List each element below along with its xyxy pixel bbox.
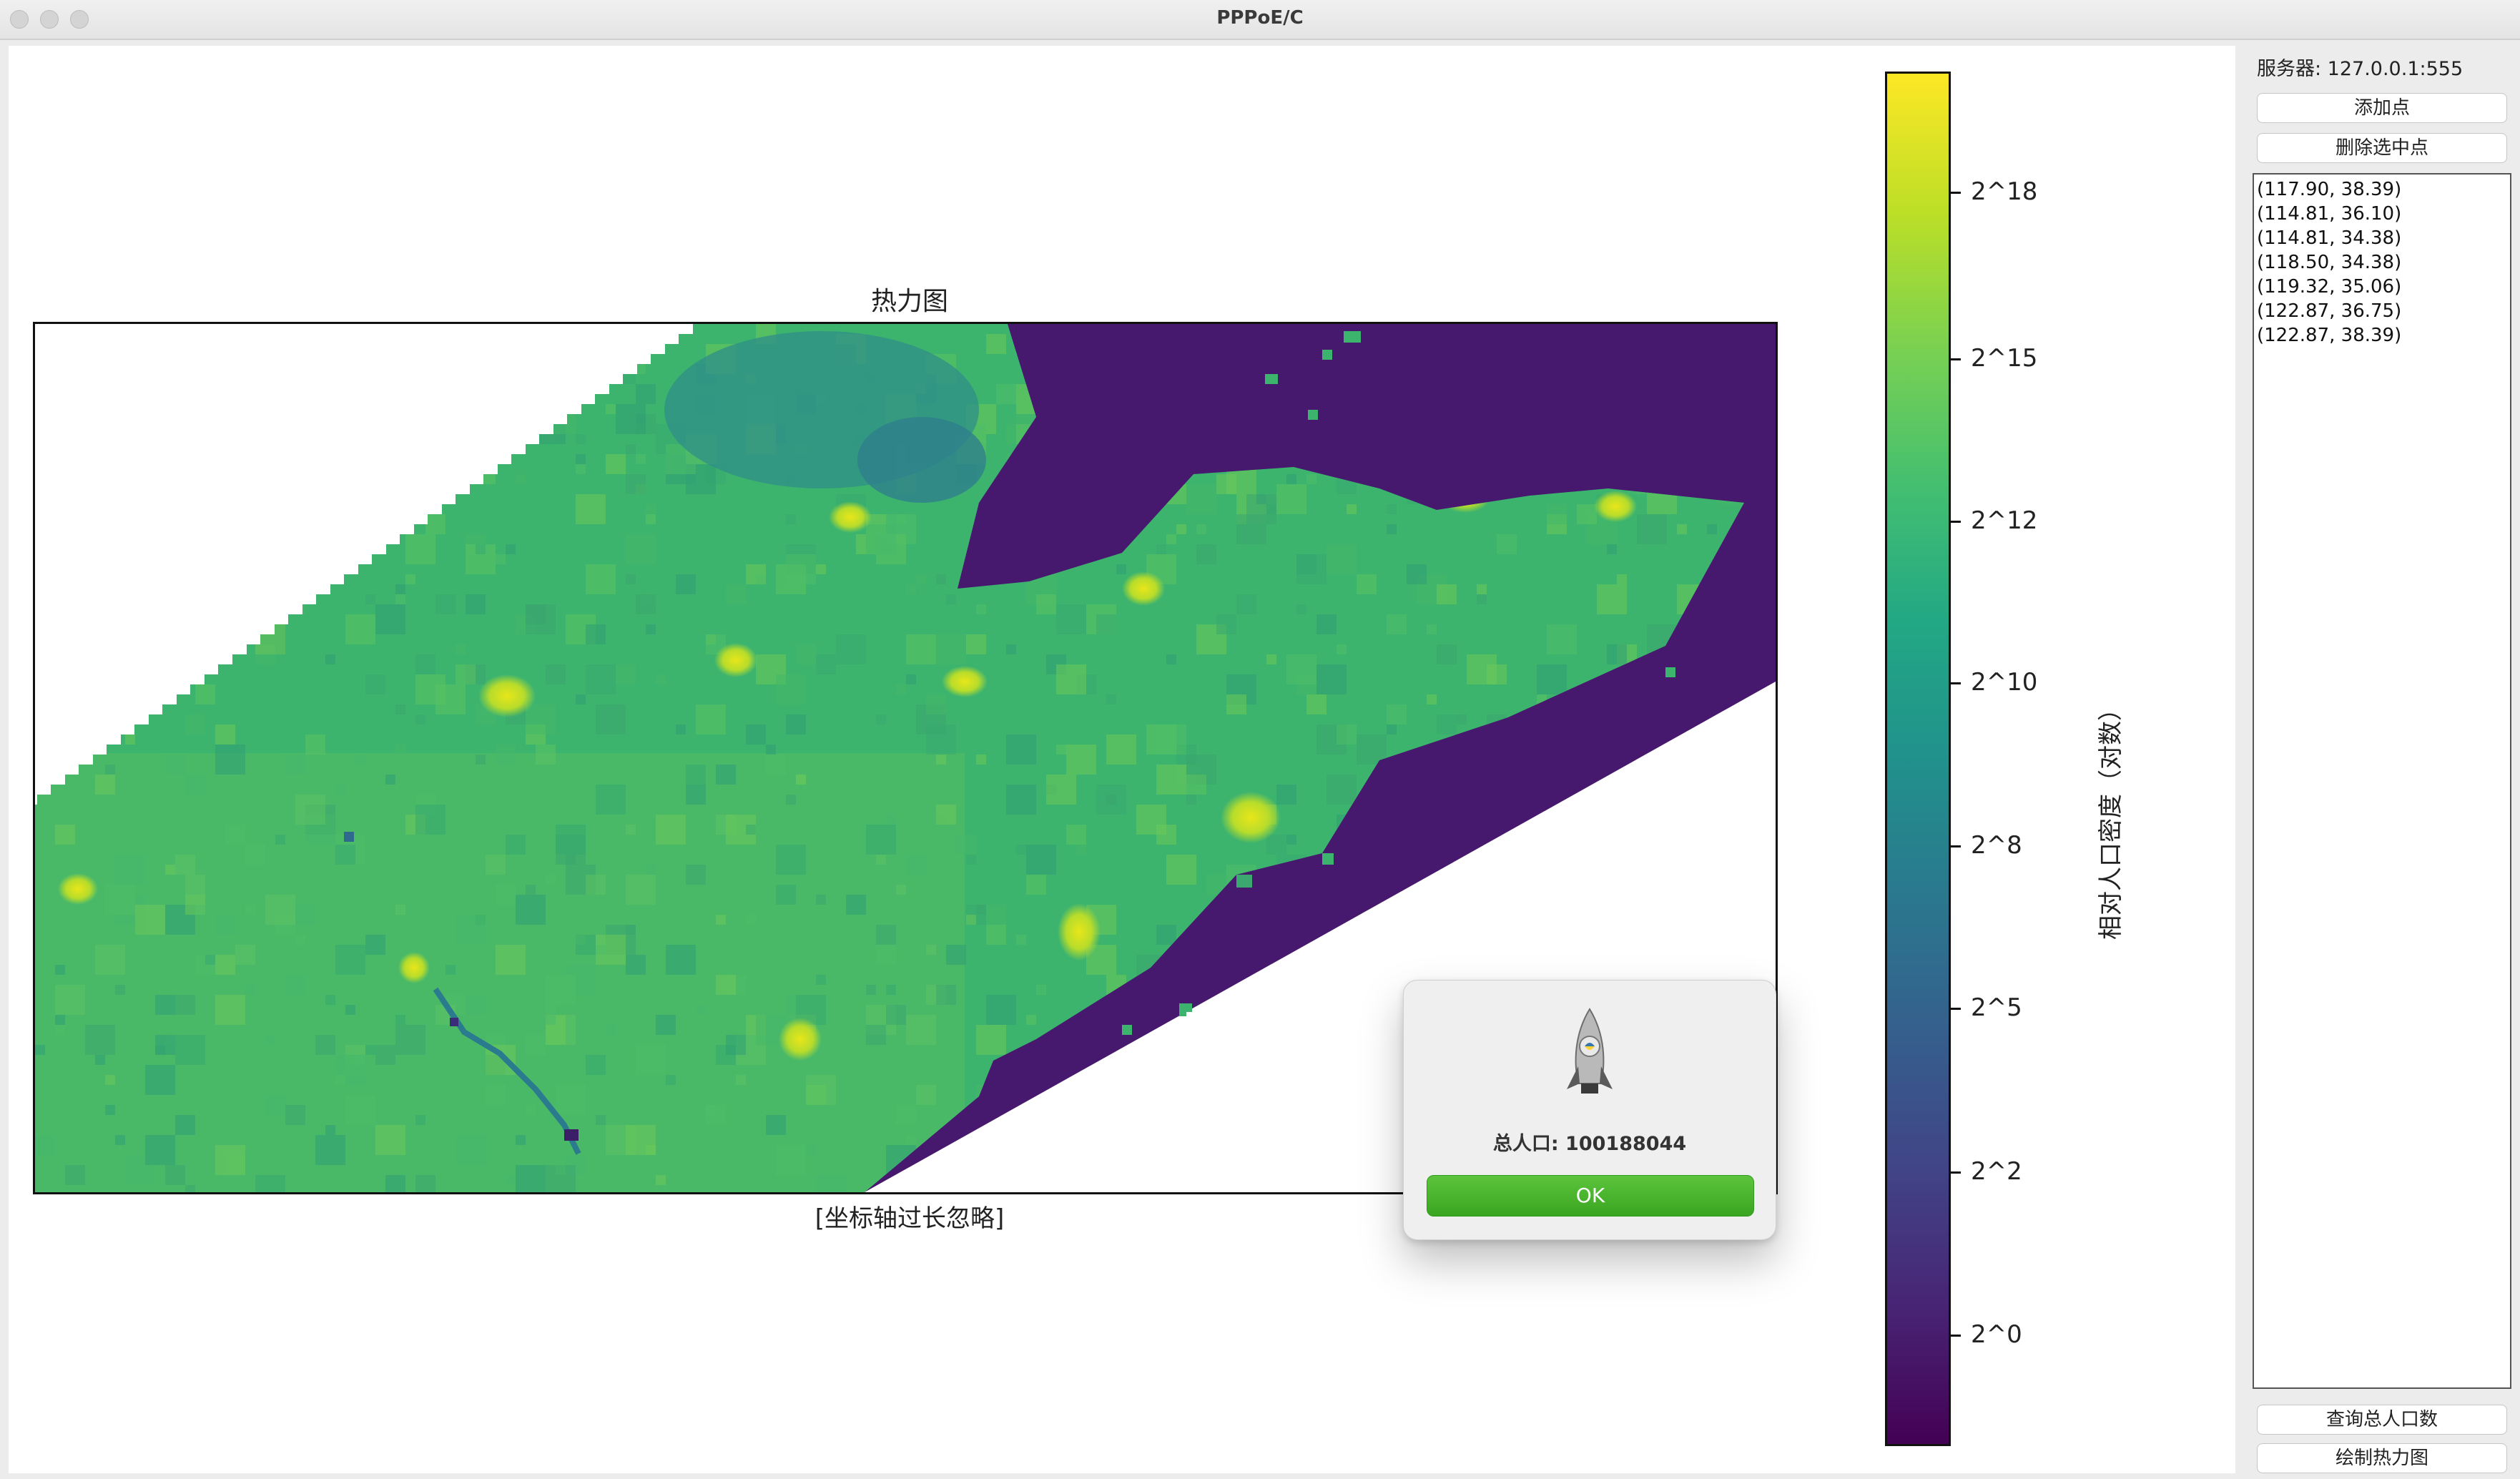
point-list-item[interactable]: (114.81, 36.10) [2255, 202, 2509, 226]
colorbar-tick-label: 2^10 [1971, 668, 2038, 697]
colorbar [1885, 72, 1951, 1446]
point-list-item[interactable]: (122.87, 38.39) [2255, 323, 2509, 348]
add-point-button[interactable]: 添加点 [2257, 93, 2507, 123]
axis-note: [坐标轴过长忽略] [814, 1204, 1005, 1233]
point-list-item[interactable]: (117.90, 38.39) [2255, 177, 2509, 202]
colorbar-tick [1951, 1008, 1961, 1010]
colorbar-tick [1951, 358, 1961, 360]
colorbar-tick-label: 2^5 [1971, 993, 2022, 1022]
colorbar-tick-label: 2^12 [1971, 506, 2038, 535]
ok-button[interactable]: OK [1427, 1175, 1754, 1217]
draw-heatmap-button[interactable]: 绘制热力图 [2257, 1443, 2507, 1473]
colorbar-tick [1951, 1335, 1961, 1337]
window-title: PPPoE/C [1216, 7, 1304, 29]
population-message: 总人口: 100188044 [1492, 1133, 1687, 1155]
colorbar-tick [1951, 682, 1961, 684]
population-dialog: 总人口: 100188044 OK [1403, 980, 1776, 1240]
plot-canvas: 热力图 [坐标轴过长忽略] 2^0 2^2 2^5 2^8 2^10 2^12 … [9, 46, 2235, 1473]
colorbar-tick [1951, 1171, 1961, 1174]
python-rocket-icon [1567, 1008, 1613, 1094]
colorbar-tick [1951, 521, 1961, 523]
point-list-item[interactable]: (122.87, 36.75) [2255, 299, 2509, 323]
query-population-button[interactable]: 查询总人口数 [2257, 1405, 2507, 1435]
colorbar-tick [1951, 192, 1961, 194]
server-address: 服务器: 127.0.0.1:555 [2257, 58, 2464, 80]
chart-title: 热力图 [870, 287, 948, 316]
colorbar-label: 相对人口密度（对数） [2097, 697, 2125, 940]
colorbar-tick-label: 2^0 [1971, 1320, 2022, 1349]
point-list-item[interactable]: (119.32, 35.06) [2255, 275, 2509, 299]
colorbar-tick-label: 2^8 [1971, 831, 2022, 860]
side-panel: 服务器: 127.0.0.1:555 添加点 删除选中点 (117.90, 38… [2243, 40, 2520, 1479]
point-list-item[interactable]: (114.81, 34.38) [2255, 226, 2509, 250]
delete-selected-point-button[interactable]: 删除选中点 [2257, 133, 2507, 163]
point-list[interactable]: (117.90, 38.39) (114.81, 36.10) (114.81,… [2253, 173, 2511, 1389]
title-bar[interactable]: PPPoE/C [0, 0, 2520, 40]
point-list-item[interactable]: (118.50, 34.38) [2255, 250, 2509, 275]
app-window: PPPoE/C 热力图 [坐标轴过长忽略] 2^0 2^2 2^5 2^8 2^… [0, 0, 2520, 1479]
colorbar-tick-label: 2^15 [1971, 344, 2038, 373]
colorbar-tick-label: 2^2 [1971, 1157, 2022, 1186]
colorbar-tick-label: 2^18 [1971, 177, 2038, 206]
colorbar-tick [1951, 845, 1961, 847]
